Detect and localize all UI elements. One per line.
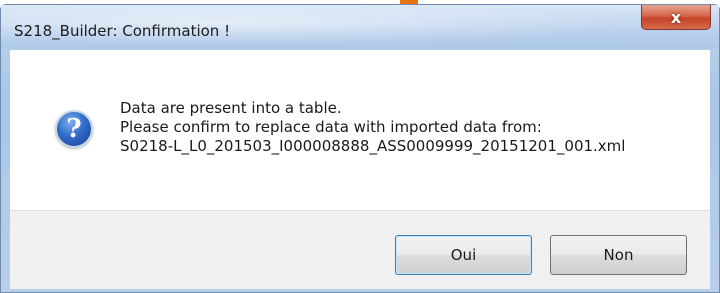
message-line-3: S0218-L_L0_201503_I000008888_ASS0009999_… (120, 137, 626, 155)
window-title: S218_Builder: Confirmation ! (14, 22, 231, 40)
message-line-2: Please confirm to replace data with impo… (120, 118, 542, 136)
message-text: Data are present into a table. Please co… (120, 99, 700, 156)
close-button[interactable]: x (641, 5, 711, 30)
button-bar: Oui Non (10, 210, 710, 289)
confirmation-dialog: S218_Builder: Confirmation ! x ? Data ar… (0, 4, 720, 293)
message-area: ? Data are present into a table. Please … (10, 50, 710, 210)
yes-button[interactable]: Oui (395, 235, 532, 275)
close-icon: x (670, 7, 682, 27)
question-icon: ? (55, 110, 93, 148)
title-bar[interactable]: S218_Builder: Confirmation ! x (1, 5, 719, 49)
message-line-1: Data are present into a table. (120, 99, 342, 117)
no-button[interactable]: Non (550, 235, 687, 275)
